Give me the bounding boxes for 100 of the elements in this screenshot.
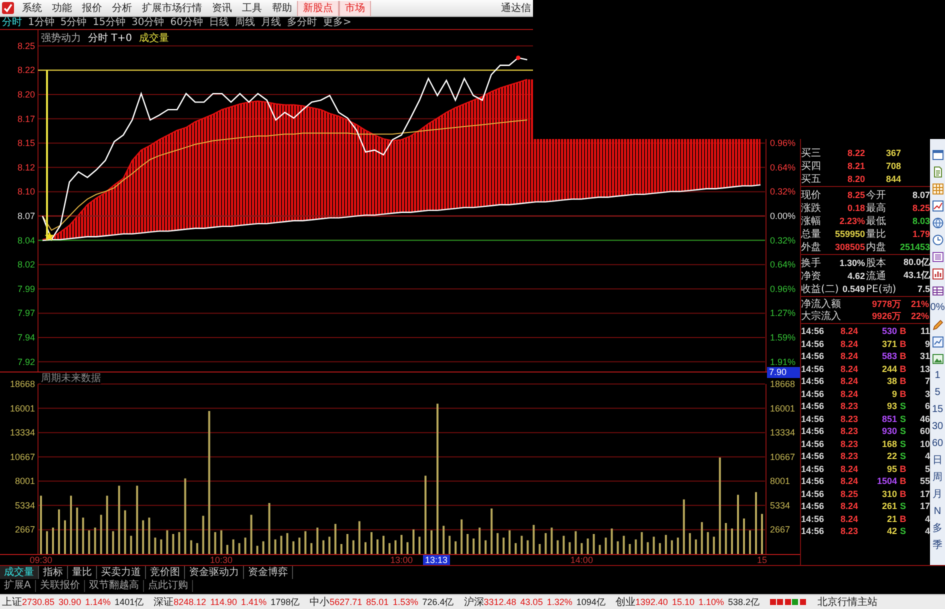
quote-value: 1.30% [839,258,865,268]
price-axis-label: 8.10 [17,186,35,197]
cursor-time-label: 13:13 [423,555,450,565]
period-shortcut[interactable]: 15 [932,404,944,416]
indicator-tab[interactable]: 量比 [68,566,97,579]
trade-price: 8.23 [839,426,858,436]
period-shortcut[interactable]: 日 [932,454,942,466]
period-tab[interactable]: 更多> [322,17,352,29]
menu-item[interactable]: 功能 [47,0,77,16]
trade-count: 46 [918,414,930,424]
bar-chart-icon[interactable] [932,268,944,280]
trade-side: S [898,438,907,449]
table-icon[interactable] [932,284,944,296]
line-chart-icon[interactable] [932,200,944,212]
period-tab[interactable]: 1分钟 [28,17,54,29]
menu-item[interactable]: 报价 [77,0,107,16]
window-icon[interactable] [932,148,944,160]
order-label: 买四 [801,160,822,172]
link-tab[interactable]: 关联报价 [36,580,85,592]
link-tab[interactable]: 点此订购 [144,580,193,592]
trade-time: 14:56 [801,451,826,462]
trade-price: 8.23 [839,438,858,449]
period-tab[interactable]: 月线 [260,17,281,29]
quote-value: 0.549 [842,284,865,294]
trade-count: 60 [918,426,930,436]
menu-item[interactable]: 市场 [339,0,371,16]
link-tab[interactable]: 扩展A [0,580,36,592]
indicator-tab[interactable]: 成交量 [0,566,39,579]
document-icon[interactable] [932,166,944,178]
volume-axis-label: 16001 [10,403,35,414]
period-shortcut[interactable]: 多 [932,522,942,534]
grid-icon[interactable] [932,182,944,194]
period-shortcut[interactable]: 1 [934,370,940,382]
list-icon[interactable] [932,250,944,262]
period-shortcut[interactable]: 5 [934,386,940,398]
indicator-tab[interactable]: 竞价图 [146,566,185,579]
period-tab[interactable]: 分时 [2,17,22,29]
trade-price: 8.24 [839,501,858,512]
percent-axis-label: 0.64% [770,260,796,270]
quote-value: 80.0亿 [903,256,930,269]
period-shortcut[interactable]: N [934,506,942,518]
trade-count: 3 [924,388,930,399]
menu-item[interactable]: 帮助 [267,0,297,16]
logo-icon[interactable] [2,2,14,14]
indicator-tab[interactable]: 指标 [39,566,68,579]
server-label[interactable]: 北京行情主站 [818,595,878,609]
trade-side: S [898,426,907,436]
link-tab[interactable]: 双节翻越高 [84,580,144,592]
period-shortcut[interactable]: 0% [930,302,945,314]
quote-value: 8.07 [912,190,930,200]
menu-item[interactable]: 扩展市场行情 [137,0,207,16]
index-change: 30.90 [58,597,82,607]
time-axis-label: 09:30 [30,555,52,565]
period-tab[interactable]: 30分钟 [131,17,164,29]
period-shortcut[interactable]: 30 [932,420,944,432]
order-label: 买三 [801,146,822,160]
period-tab[interactable]: 60分钟 [170,17,203,29]
percent-axis-label: 0.96% [770,284,796,294]
order-price: 8.20 [846,174,865,184]
chart-title[interactable]: 成交量 [139,33,170,45]
flow-label: 大宗流入 [801,310,842,323]
globe-icon[interactable] [932,216,944,228]
menu-item[interactable]: 系统 [17,0,47,16]
trade-time: 14:56 [801,488,826,499]
menu-item[interactable]: 资讯 [207,0,237,16]
trade-count: 13 [918,364,930,374]
trade-volume: 930 [880,426,897,436]
trade-side: S [898,526,907,536]
menu-item[interactable]: 工具 [237,0,267,16]
trade-side: B [898,326,908,336]
period-tab[interactable]: 15分钟 [92,17,126,29]
trade-volume: 9 [890,388,897,399]
period-shortcut[interactable]: 季 [932,540,942,552]
trade-side: B [898,364,908,374]
index-change: 85.01 [366,597,389,607]
pencil-icon[interactable] [932,318,944,330]
indicator-tab[interactable]: 资金博弈 [244,566,293,579]
menu-item[interactable]: 新股点 [297,0,339,16]
indicator-tab[interactable]: 买卖力道 [97,566,146,579]
period-shortcut[interactable]: 周 [932,472,942,484]
quote-label: 现价 [801,188,821,202]
period-tab[interactable]: 日线 [208,17,229,29]
period-shortcut[interactable]: 月 [932,488,942,500]
trade-price: 8.23 [839,451,858,462]
price-axis-label: 8.02 [17,260,35,270]
trade-volume: 261 [880,501,897,512]
line-chart-icon[interactable] [932,336,944,348]
percent-axis-label: 0.32% [770,186,796,197]
period-tab[interactable]: 5分钟 [60,17,87,29]
flow-amount: 9926万 [870,310,901,322]
period-shortcut[interactable]: 60 [932,438,944,450]
period-tab[interactable]: 周线 [234,17,255,29]
clock-icon[interactable] [932,234,944,246]
period-tab[interactable]: 多分时 [286,17,317,29]
picture-icon[interactable] [932,352,944,364]
index-value: 5627.71 [330,597,362,607]
indicator-tab[interactable]: 资金驱动力 [185,566,244,579]
menu-item[interactable]: 分析 [107,0,137,16]
volume-axis-label: 13334 [10,428,35,438]
index-amount: 1798亿 [270,596,300,608]
